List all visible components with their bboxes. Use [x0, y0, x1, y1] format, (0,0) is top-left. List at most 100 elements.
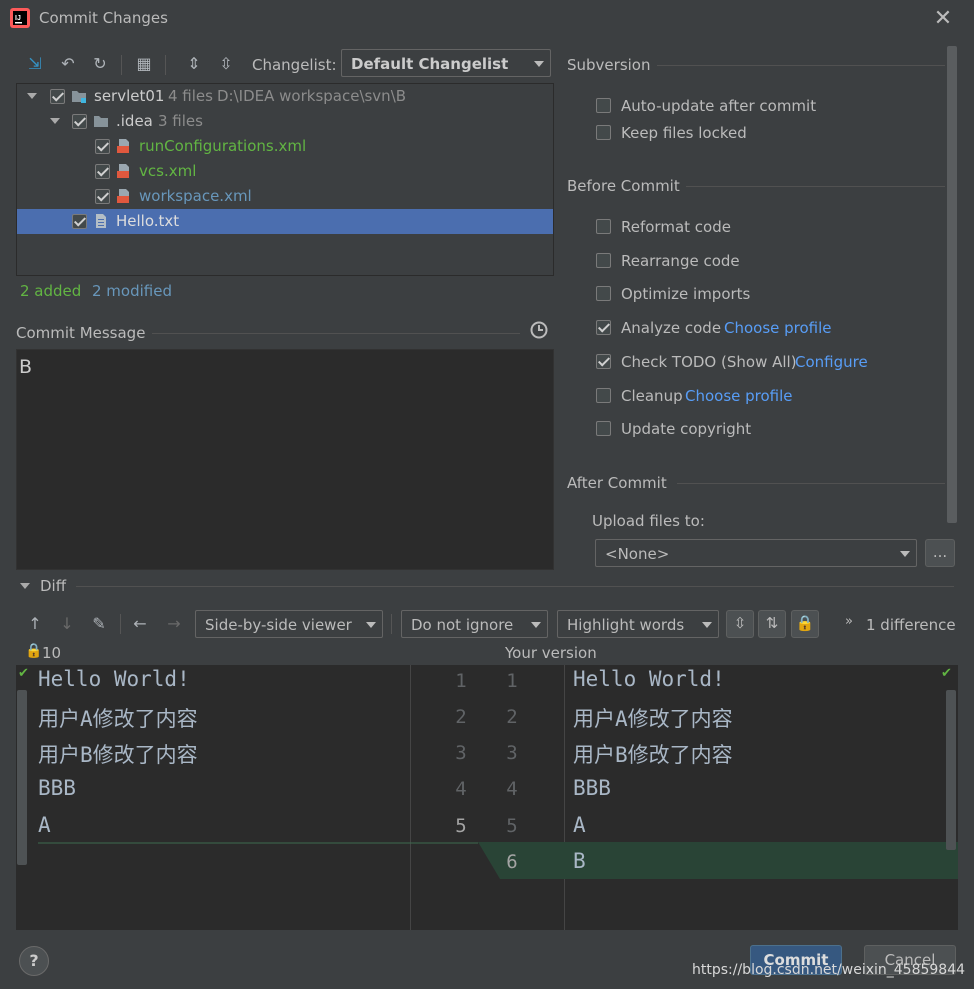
- right-line-number: 6: [506, 851, 518, 873]
- checkbox[interactable]: [95, 139, 110, 154]
- file-count: 4 files: [168, 87, 213, 105]
- modified-count: 2 modified: [92, 282, 172, 300]
- checkbox[interactable]: [596, 253, 611, 268]
- previous-file-icon[interactable]: ←: [129, 613, 151, 635]
- collapse-diff-icon[interactable]: [20, 583, 30, 589]
- expand-arrow-icon[interactable]: [50, 118, 60, 124]
- svg-text:IJ: IJ: [15, 15, 21, 22]
- edit-pencil-icon[interactable]: ✎: [88, 613, 110, 635]
- left-line-number: 2: [455, 706, 467, 728]
- right-code-line: Hello World!: [573, 667, 725, 691]
- tree-item-label: .idea: [116, 112, 153, 130]
- viewer-mode-value: Side-by-side viewer: [205, 616, 352, 634]
- previous-difference-icon[interactable]: ↑: [24, 613, 46, 635]
- left-line-number: 4: [455, 778, 467, 800]
- window-title: Commit Changes: [39, 9, 168, 27]
- right-line-number: 3: [506, 742, 518, 764]
- watermark-url: https://blog.csdn.net/weixin_45859844: [692, 962, 966, 978]
- diff-section-title: Diff: [40, 577, 67, 595]
- module-path: D:\IDEA workspace\svn\B: [217, 87, 407, 105]
- sync-scroll-icon[interactable]: ⇅: [758, 610, 786, 638]
- checkbox[interactable]: [596, 354, 611, 369]
- checkbox[interactable]: [596, 388, 611, 403]
- tree-item-label: Hello.txt: [116, 212, 180, 230]
- right-code-line: B: [573, 849, 586, 873]
- checkbox[interactable]: [596, 219, 611, 234]
- left-code-line: Hello World!: [38, 667, 190, 691]
- checkbox[interactable]: [72, 214, 87, 229]
- xml-file-icon: [117, 189, 129, 203]
- configure-link[interactable]: Configure: [795, 353, 868, 371]
- checkbox[interactable]: [596, 98, 611, 113]
- checkbox[interactable]: [596, 320, 611, 335]
- chevron-down-icon: [366, 622, 376, 628]
- lock-icon[interactable]: 🔒: [791, 610, 819, 638]
- right-line-number: 2: [506, 706, 518, 728]
- checkbox[interactable]: [72, 114, 87, 129]
- no-problems-check-icon: ✔: [941, 666, 952, 681]
- collapse-all-icon[interactable]: ⇳: [215, 53, 237, 75]
- options-scrollbar[interactable]: [947, 46, 957, 523]
- checkbox[interactable]: [50, 89, 65, 104]
- left-line-number: 3: [455, 742, 467, 764]
- choose-profile-link[interactable]: Choose profile: [724, 319, 832, 337]
- no-problems-check-icon: ✔: [18, 666, 29, 681]
- left-code-line: BBB: [38, 776, 76, 800]
- choose-profile-link[interactable]: Choose profile: [685, 387, 793, 405]
- upload-target-value: <None>: [605, 545, 670, 563]
- highlight-mode-dropdown[interactable]: Highlight words: [557, 610, 719, 638]
- subversion-section-title: Subversion: [567, 56, 651, 74]
- difference-count: 1 difference: [866, 616, 956, 634]
- checkbox[interactable]: [596, 286, 611, 301]
- tree-row-vcs[interactable]: vcs.xml: [17, 159, 553, 184]
- expand-all-icon[interactable]: ⇕: [183, 53, 205, 75]
- changes-tree[interactable]: servlet01 4 files D:\IDEA workspace\svn\…: [16, 83, 554, 276]
- checkbox[interactable]: [596, 421, 611, 436]
- right-code-line: 用户B修改了内容: [573, 743, 733, 767]
- group-by-icon[interactable]: ▦: [133, 53, 155, 75]
- left-revision-label: 10: [42, 644, 62, 662]
- checkbox[interactable]: [95, 189, 110, 204]
- text-file-icon: [96, 214, 106, 228]
- chevron-down-icon: [534, 61, 544, 67]
- close-icon[interactable]: ✕: [930, 6, 956, 32]
- option-label: Optimize imports: [621, 285, 751, 303]
- refresh-icon[interactable]: ↻: [89, 53, 111, 75]
- right-code-line: BBB: [573, 776, 611, 800]
- after-commit-section-title: After Commit: [567, 474, 667, 492]
- commit-message-label: Commit Message: [16, 324, 146, 342]
- left-diff-scrollbar[interactable]: [17, 690, 27, 865]
- collapse-unchanged-icon[interactable]: ⇳: [726, 610, 754, 638]
- highlight-mode-value: Highlight words: [567, 616, 685, 634]
- double-chevron-icon: »: [845, 614, 853, 629]
- tree-row-servlet01[interactable]: servlet01 4 files D:\IDEA workspace\svn\…: [17, 84, 553, 109]
- checkbox[interactable]: [596, 125, 611, 140]
- next-difference-icon[interactable]: ↓: [56, 613, 78, 635]
- rollback-icon[interactable]: ↶: [57, 53, 79, 75]
- diff-gutter: [411, 665, 564, 930]
- browse-button[interactable]: ...: [925, 539, 955, 567]
- right-version-label: Your version: [505, 644, 597, 662]
- option-label: Cleanup: [621, 387, 683, 405]
- expand-arrow-icon[interactable]: [27, 93, 37, 99]
- tree-row-hello[interactable]: Hello.txt: [17, 209, 553, 234]
- tree-row-workspace[interactable]: workspace.xml: [17, 184, 553, 209]
- history-clock-icon[interactable]: [529, 320, 549, 340]
- right-line-number: 5: [506, 815, 518, 837]
- right-diff-scrollbar[interactable]: [946, 690, 956, 850]
- upload-target-dropdown[interactable]: <None>: [595, 539, 917, 567]
- next-file-icon[interactable]: →: [163, 613, 185, 635]
- checkbox[interactable]: [95, 164, 110, 179]
- changelist-dropdown[interactable]: Default Changelist: [341, 49, 551, 77]
- tree-row-idea[interactable]: .idea 3 files: [17, 109, 553, 134]
- module-folder-icon: [72, 91, 86, 103]
- viewer-mode-dropdown[interactable]: Side-by-side viewer: [195, 610, 383, 638]
- changelist-label: Changelist:: [252, 56, 337, 74]
- help-button[interactable]: ?: [19, 946, 49, 976]
- tree-row-runconfigurations[interactable]: runConfigurations.xml: [17, 134, 553, 159]
- commit-message-input[interactable]: B: [16, 349, 554, 570]
- collapse-arrows-icon[interactable]: ⇲: [24, 53, 46, 75]
- chevron-down-icon: [702, 622, 712, 628]
- ignore-whitespace-dropdown[interactable]: Do not ignore: [401, 610, 548, 638]
- xml-file-icon: [117, 164, 129, 178]
